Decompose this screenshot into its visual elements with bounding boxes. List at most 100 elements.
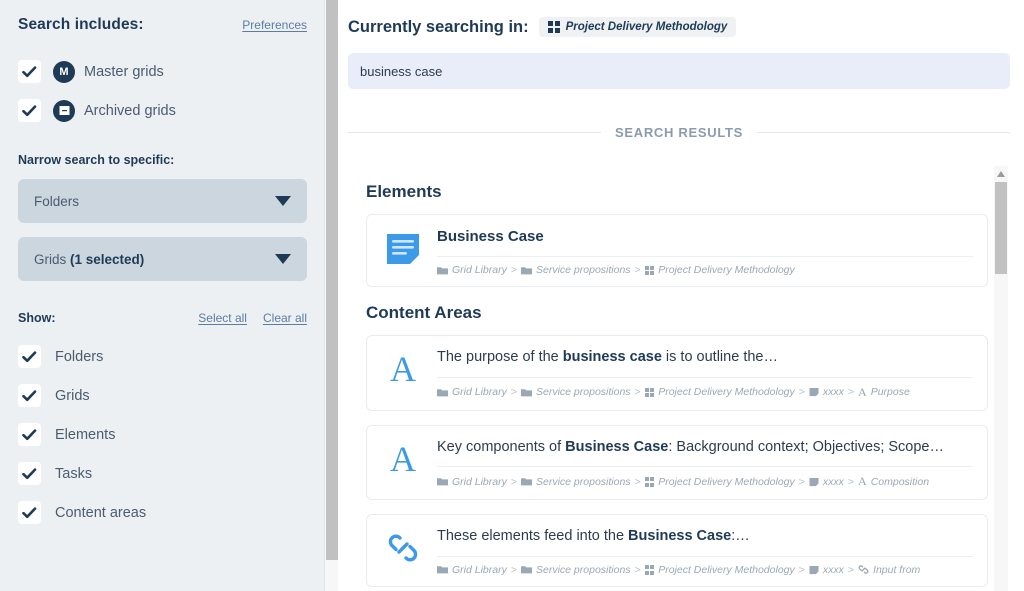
show-option-label: Tasks — [55, 465, 93, 482]
show-option-content-areas[interactable]: Content areas — [18, 501, 307, 524]
folder-icon — [437, 566, 448, 574]
result-card-link[interactable]: These elements feed into the Business Ca… — [366, 514, 988, 587]
breadcrumb: Grid Library > Service propositions > Pr… — [437, 264, 973, 276]
preferences-link[interactable]: Preferences — [242, 18, 307, 32]
folder-icon — [437, 266, 448, 275]
currently-searching-label: Currently searching in: — [348, 17, 529, 36]
breadcrumb-label: Project Delivery Methodology — [658, 386, 795, 399]
content-area-icon: A — [381, 438, 425, 478]
breadcrumb-separator: > — [847, 563, 855, 576]
checkbox-folders[interactable] — [18, 345, 41, 368]
search-scope-chip[interactable]: Project Delivery Methodology — [538, 17, 737, 37]
breadcrumb-label: Grid Library — [452, 386, 507, 399]
include-option-master-grids[interactable]: M Master grids — [18, 60, 307, 83]
breadcrumb-label: Service propositions — [536, 475, 631, 488]
grid-icon — [644, 477, 655, 487]
checkbox-elements[interactable] — [18, 423, 41, 446]
breadcrumb-item[interactable]: A Purpose — [858, 385, 910, 400]
result-title: The purpose of the business case is to o… — [437, 348, 973, 368]
result-title-post: is to outline the… — [661, 349, 778, 366]
breadcrumb: Grid Library > Service propositions > Pr… — [437, 564, 973, 576]
show-option-grids[interactable]: Grids — [18, 384, 307, 407]
include-option-archived-grids[interactable]: Archived grids — [18, 99, 307, 122]
breadcrumb-item[interactable]: Grid Library — [437, 564, 507, 576]
card-separator — [437, 555, 973, 557]
element-icon — [809, 565, 819, 575]
show-option-tasks[interactable]: Tasks — [18, 462, 307, 485]
link-icon — [381, 527, 425, 567]
breadcrumb-separator: > — [510, 264, 517, 277]
content-area-icon: A — [858, 474, 867, 489]
grid-icon — [644, 387, 655, 398]
svg-text:A: A — [390, 440, 416, 478]
grid-icon — [644, 565, 655, 575]
breadcrumb-item[interactable]: xxxx — [809, 386, 844, 398]
results-scrollbar[interactable] — [994, 166, 1008, 591]
include-option-label: Master grids — [84, 63, 164, 80]
breadcrumb-label: Composition — [870, 475, 930, 488]
folder-icon — [437, 478, 448, 486]
checkbox-archived-grids[interactable] — [18, 99, 41, 122]
element-note-icon — [381, 227, 425, 267]
sidebar-header: Search includes: Preferences — [18, 16, 307, 34]
breadcrumb-item[interactable]: Input from — [858, 564, 920, 576]
grid-icon — [547, 21, 560, 33]
result-card-content-area[interactable]: A Key components of Business Case: Backg… — [366, 424, 988, 501]
show-option-elements[interactable]: Elements — [18, 423, 307, 446]
breadcrumb-label: xxxx — [822, 475, 844, 488]
breadcrumb-item[interactable]: Project Delivery Methodology — [644, 386, 795, 399]
page-title: Search includes: — [18, 16, 144, 33]
breadcrumb-item[interactable]: Project Delivery Methodology — [644, 264, 795, 276]
breadcrumb-item[interactable]: Service propositions — [521, 476, 631, 488]
search-results-panel: Currently searching in: Project Delivery… — [338, 0, 1024, 591]
search-input[interactable]: business case — [348, 53, 1010, 89]
master-grid-icon: M — [53, 60, 75, 83]
show-option-folders[interactable]: Folders — [18, 345, 307, 368]
svg-text:A: A — [390, 350, 416, 388]
breadcrumb-item[interactable]: Project Delivery Methodology — [644, 476, 795, 488]
breadcrumb: Grid Library > Service propositions > Pr… — [437, 385, 973, 400]
sidebar-scrollbar[interactable] — [324, 0, 338, 591]
breadcrumb-item[interactable]: xxxx — [809, 476, 844, 488]
sidebar-scrollbar-thumb[interactable] — [326, 0, 338, 560]
check-icon — [22, 104, 37, 116]
card-separator — [437, 466, 973, 468]
select-all-link[interactable]: Select all — [198, 311, 247, 325]
result-card-element[interactable]: Business Case Grid Library > Service pro… — [366, 214, 988, 288]
grids-dropdown[interactable]: Grids (1 selected) — [18, 237, 307, 281]
breadcrumb-item[interactable]: Project Delivery Methodology — [644, 564, 795, 576]
checkbox-tasks[interactable] — [18, 462, 41, 485]
breadcrumb-item[interactable]: Service propositions — [521, 386, 631, 398]
breadcrumb-separator: > — [847, 475, 855, 488]
breadcrumb-item[interactable]: Service propositions — [521, 264, 631, 276]
folder-icon — [521, 266, 532, 275]
breadcrumb-item[interactable]: Grid Library — [437, 476, 507, 488]
section-title-content-areas: Content Areas — [366, 303, 482, 323]
breadcrumb-label: Service propositions — [536, 264, 631, 277]
result-card-content-area[interactable]: A The purpose of the business case is to… — [366, 335, 988, 411]
breadcrumb-item[interactable]: xxxx — [809, 564, 844, 576]
check-icon — [22, 428, 37, 440]
result-title-match: Business Case — [628, 528, 732, 545]
breadcrumb-separator: > — [634, 475, 641, 488]
result-title: These elements feed into the Business Ca… — [437, 527, 973, 547]
breadcrumb-item[interactable]: A Composition — [858, 474, 929, 489]
checkbox-master-grids[interactable] — [18, 60, 41, 83]
breadcrumb-separator: > — [510, 563, 517, 576]
results-list: Elements Business Case Grid Library > Se… — [348, 166, 988, 591]
show-header: Show: Select all Clear all — [18, 311, 307, 325]
divider-line-left — [348, 132, 601, 133]
breadcrumb-item[interactable]: Grid Library — [437, 264, 507, 276]
checkbox-content-areas[interactable] — [18, 501, 41, 524]
clear-all-link[interactable]: Clear all — [263, 311, 307, 325]
breadcrumb-label: xxxx — [822, 563, 844, 576]
check-icon — [22, 467, 37, 479]
result-title: Key components of Business Case: Backgro… — [437, 438, 973, 458]
scroll-up-arrow-icon[interactable] — [994, 168, 1008, 180]
breadcrumb-item[interactable]: Grid Library — [437, 386, 507, 398]
breadcrumb-separator: > — [847, 386, 855, 399]
breadcrumb-item[interactable]: Service propositions — [521, 564, 631, 576]
checkbox-grids[interactable] — [18, 384, 41, 407]
folders-dropdown[interactable]: Folders — [18, 179, 307, 223]
results-scrollbar-thumb[interactable] — [995, 182, 1007, 274]
